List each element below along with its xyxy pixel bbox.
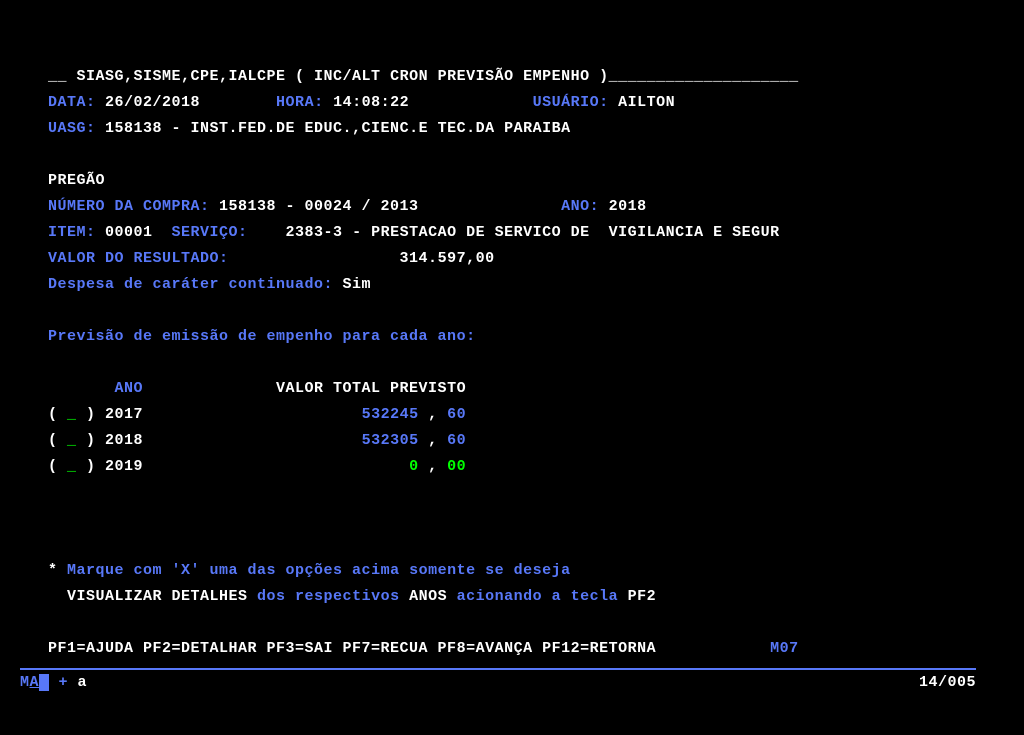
mark-input: _ [67,458,77,475]
valor-line: VALOR DO RESULTADO: 314.597,00 [48,250,495,267]
mark-input: _ [67,432,77,449]
despesa-line: Despesa de caráter continuado: Sim [48,276,371,293]
compra-line: NÚMERO DA COMPRA: 158138 - 00024 / 2013 … [48,198,647,215]
cursor-icon [39,674,49,691]
status-bar: MA + a 14/005 [20,668,976,691]
pregao-label: PREGÃO [48,172,105,189]
hint-line1: * Marque com 'X' uma das opções acima so… [48,562,571,579]
cursor-position: 14/005 [919,674,976,691]
table-row[interactable]: ( _ ) 2017 532245 , 60 [48,406,466,423]
terminal-screen: __ SIASG,SISME,CPE,IALCPE ( INC/ALT CRON… [0,0,1024,662]
fkeys-line: PF1=AJUDA PF2=DETALHAR PF3=SAI PF7=RECUA… [48,640,799,657]
info-line2: UASG: 158138 - INST.FED.DE EDUC.,CIENC.E… [48,120,571,137]
status-left: MA + a [20,674,87,691]
item-line: ITEM: 00001 SERVIÇO: 2383-3 - PRESTACAO … [48,224,780,241]
hint-line2: VISUALIZAR DETALHES dos respectivos ANOS… [48,588,656,605]
table-row[interactable]: ( _ ) 2019 0 , 00 [48,458,466,475]
mark-input: _ [67,406,77,423]
header-line: __ SIASG,SISME,CPE,IALCPE ( INC/ALT CRON… [48,68,799,85]
table-header: ANO VALOR TOTAL PREVISTO [48,380,466,397]
previsao-title: Previsão de emissão de empenho para cada… [48,328,476,345]
info-line1: DATA: 26/02/2018 HORA: 14:08:22 USUÁRIO:… [48,94,675,111]
table-row[interactable]: ( _ ) 2018 532305 , 60 [48,432,466,449]
